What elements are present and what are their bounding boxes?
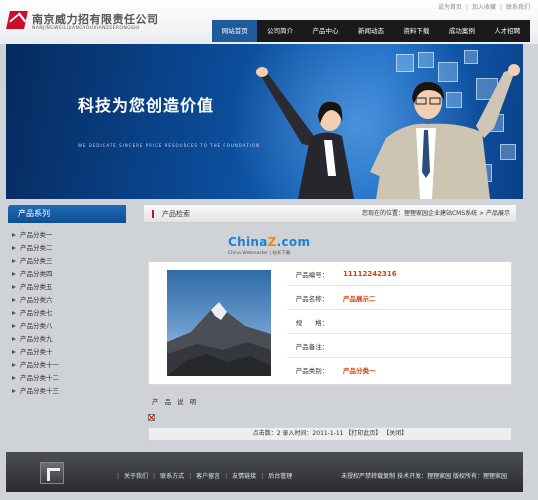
field-label: 规 格： xyxy=(295,318,329,327)
main-nav: 网站首页 公司简介 产品中心 新闻动态 资料下载 成功案例 人才招聘 xyxy=(212,20,530,42)
product-fields: 产品编号： 11112242316 产品名称： 产品展示二 规 格： 产品备注：… xyxy=(287,262,511,386)
section-header: 产品检索 您现在的位置：狸狸家园企业建站CMS系统 > 产品展示 xyxy=(144,205,516,223)
article-meta-bar[interactable]: 点击数：2 录入时间：2011-1-11 【打印此页】 【关闭】 xyxy=(148,427,512,441)
add-favorite-link[interactable]: 加入收藏 xyxy=(472,4,496,11)
footer-link-friends[interactable]: 友情链接 xyxy=(232,473,256,480)
category-list: 产品分类一 产品分类二 产品分类三 产品分类四 产品分类五 产品分类六 产品分类… xyxy=(8,223,126,398)
logo-mark-icon xyxy=(6,11,28,29)
hero-banner: 科技为您创造价值 WE DEDICATE SINCERE PRICE RESOU… xyxy=(6,44,523,199)
sidebar-item-category[interactable]: 产品分类九 xyxy=(8,333,126,346)
footer-copyright: 未授权严禁转载复制 技术开发：狸狸家园 版权所有：狸狸家园 xyxy=(341,473,507,480)
footer-link-contact[interactable]: 联系方式 xyxy=(160,473,184,480)
field-row-category: 产品类别： 产品分类一 xyxy=(287,358,511,382)
nav-item-about[interactable]: 公司简介 xyxy=(257,20,302,42)
company-logo[interactable]: 南京威力招有限责任公司 NANJINGWEILIJIANGYOUXIANZEER… xyxy=(6,8,208,36)
nav-item-downloads[interactable]: 资料下载 xyxy=(394,20,439,42)
description-heading: 产 品 说 明 xyxy=(152,398,199,406)
section-marker-icon xyxy=(152,210,154,218)
contact-link[interactable]: 联系我们 xyxy=(506,4,530,11)
field-label: 产品备注： xyxy=(295,342,329,351)
company-name: 南京威力招有限责任公司 xyxy=(32,13,159,26)
footer-logo-icon xyxy=(40,462,64,484)
field-label: 产品名称： xyxy=(295,294,329,303)
sidebar-item-category[interactable]: 产品分类一 xyxy=(8,229,126,242)
banner-tagline: WE DEDICATE SINCERE PRICE RESOURCES TO T… xyxy=(78,143,260,148)
broken-image-icon xyxy=(148,414,155,421)
sidebar-item-category[interactable]: 产品分类五 xyxy=(8,281,126,294)
sidebar-title: 产品系列 xyxy=(8,205,126,223)
sidebar-item-category[interactable]: 产品分类八 xyxy=(8,320,126,333)
field-row-remark: 产品备注： xyxy=(287,334,511,358)
footer-link-about[interactable]: 关于我们 xyxy=(124,473,148,480)
sidebar-item-category[interactable]: 产品分类三 xyxy=(8,255,126,268)
businessman-image xyxy=(370,64,520,199)
product-sidebar: 产品系列 产品分类一 产品分类二 产品分类三 产品分类四 产品分类五 产品分类六… xyxy=(8,205,126,445)
field-row-spec: 规 格： xyxy=(287,310,511,334)
nav-item-home[interactable]: 网站首页 xyxy=(212,20,258,42)
field-row-code: 产品编号： 11112242316 xyxy=(287,262,511,286)
section-title: 产品检索 xyxy=(162,210,190,218)
site-footer: | 关于我们 | 联系方式 | 客户留言 | 友情链接 | 后台管理 未授权严禁转载复制 技术开发… xyxy=(6,452,523,492)
sidebar-item-category[interactable]: 产品分类十三 xyxy=(8,385,126,398)
field-label: 产品编号： xyxy=(295,270,329,279)
product-category-value[interactable]: 产品分类一 xyxy=(337,365,376,375)
top-links: 设为首页 | 加入收藏 | 联系我们 xyxy=(437,4,530,11)
product-name-value: 产品展示二 xyxy=(343,294,376,303)
field-label: 产品类别： xyxy=(295,367,329,375)
footer-link-admin[interactable]: 后台管理 xyxy=(268,473,292,480)
set-homepage-link[interactable]: 设为首页 xyxy=(438,4,462,11)
sidebar-item-category[interactable]: 产品分类六 xyxy=(8,294,126,307)
breadcrumb[interactable]: 您现在的位置：狸狸家园企业建站CMS系统 > 产品展示 xyxy=(362,205,510,223)
product-image[interactable] xyxy=(167,270,271,376)
product-info-table: 产品编号： 11112242316 产品名称： 产品展示二 规 格： 产品备注：… xyxy=(148,261,512,385)
sidebar-item-category[interactable]: 产品分类十一 xyxy=(8,359,126,372)
sidebar-item-category[interactable]: 产品分类十二 xyxy=(8,372,126,385)
sidebar-item-category[interactable]: 产品分类七 xyxy=(8,307,126,320)
footer-links: | 关于我们 | 联系方式 | 客户留言 | 友情链接 | 后台管理 xyxy=(117,473,293,480)
sidebar-item-category[interactable]: 产品分类四 xyxy=(8,268,126,281)
nav-item-jobs[interactable]: 人才招聘 xyxy=(485,20,530,42)
mountain-photo xyxy=(167,302,271,376)
sidebar-item-category[interactable]: 产品分类二 xyxy=(8,242,126,255)
banner-slogan: 科技为您创造价值 xyxy=(78,96,215,115)
field-row-name: 产品名称： 产品展示二 xyxy=(287,286,511,310)
nav-item-products[interactable]: 产品中心 xyxy=(303,20,348,42)
footer-link-guestbook[interactable]: 客户留言 xyxy=(196,473,220,480)
site-header: 南京威力招有限责任公司 NANJINGWEILIJIANGYOUXIANZEER… xyxy=(0,0,538,44)
sidebar-item-category[interactable]: 产品分类十 xyxy=(8,346,126,359)
product-detail-panel: 产品检索 您现在的位置：狸狸家园企业建站CMS系统 > 产品展示 ChinaZ.… xyxy=(144,205,516,445)
chinaz-watermark: ChinaZ.com China Webmaster | 站长下载 xyxy=(228,235,311,256)
nav-item-cases[interactable]: 成功案例 xyxy=(439,20,484,42)
product-code-value: 11112242316 xyxy=(343,269,397,278)
nav-item-news[interactable]: 新闻动态 xyxy=(348,20,393,42)
company-name-en: NANJINGWEILIJIANGYOUXIANZEERONGSHI xyxy=(32,26,140,31)
